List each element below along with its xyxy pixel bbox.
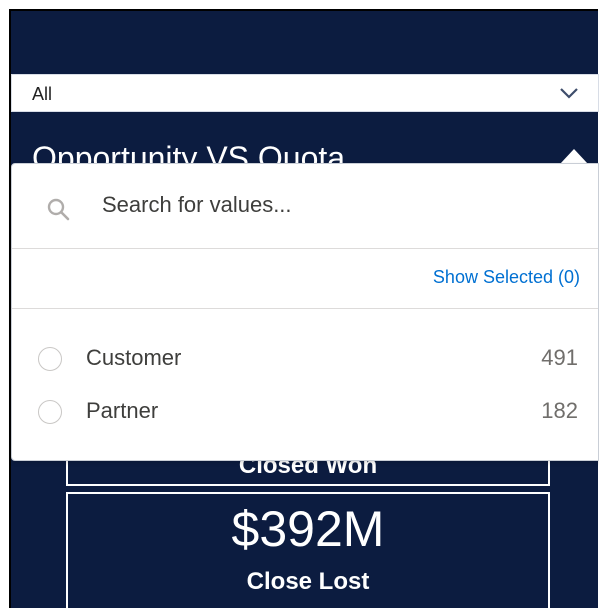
metric-close-lost: $392M Close Lost [66,492,550,608]
radio-button[interactable] [38,347,62,371]
option-count: 491 [541,345,578,370]
metric-lost-value: $392M [231,501,385,557]
metric-lost-label: Close Lost [246,568,370,595]
radio-button[interactable] [38,400,62,424]
show-selected-row: Show Selected (0) [12,249,598,309]
option-customer[interactable]: Customer 491 [12,339,598,379]
search-row[interactable] [12,164,598,249]
show-selected-link[interactable]: Show Selected (0) [433,267,580,288]
filter-selected-value: All [32,84,53,104]
option-partner[interactable]: Partner 182 [12,392,598,432]
option-label: Customer [86,345,182,370]
chevron-down-icon [560,88,578,99]
option-count: 182 [541,398,578,423]
dropdown-pointer [560,149,588,164]
filter-select[interactable]: All [11,74,599,112]
search-icon [47,198,70,221]
search-input[interactable] [102,192,562,218]
filter-dropdown: Show Selected (0) Customer 491 Partner 1… [11,163,599,461]
option-label: Partner [86,398,159,423]
